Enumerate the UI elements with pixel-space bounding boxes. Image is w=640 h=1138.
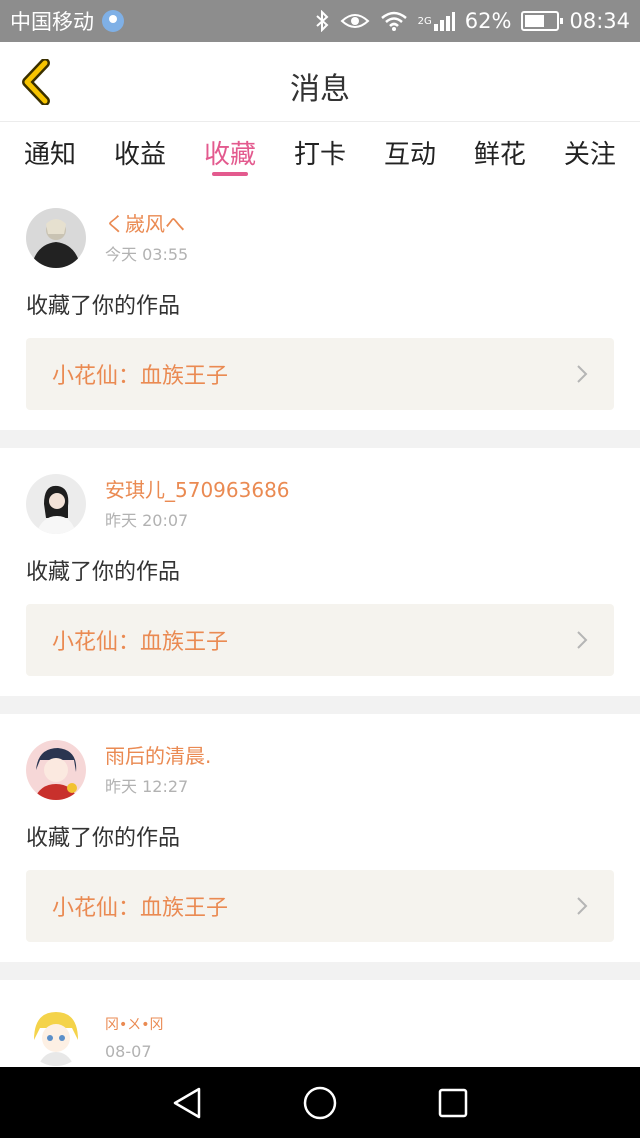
chevron-right-icon bbox=[577, 365, 588, 383]
timestamp: 08-07 bbox=[105, 1041, 152, 1061]
work-title: 小花仙：血族王子 bbox=[52, 630, 229, 655]
bluetooth-icon bbox=[314, 10, 330, 32]
carrier-label: 中国移动 bbox=[10, 10, 94, 34]
tab-checkin[interactable]: 打卡 bbox=[294, 122, 346, 182]
header: 消息 bbox=[0, 42, 640, 122]
battery-level bbox=[525, 15, 545, 27]
triangle-back-icon bbox=[173, 1087, 200, 1118]
work-title: 小花仙：血族王子 bbox=[52, 896, 229, 921]
eye-icon bbox=[340, 11, 370, 31]
message-card: 雨后的清晨. 昨天 12:27 收藏了你的作品 小花仙：血族王子 bbox=[0, 714, 640, 962]
tab-earnings[interactable]: 收益 bbox=[114, 122, 166, 182]
status-bar: 中国移动 2G 62% 08:34 bbox=[0, 0, 640, 42]
location-icon bbox=[102, 10, 124, 32]
avatar[interactable] bbox=[26, 740, 86, 800]
work-link[interactable]: 小花仙：血族王子 bbox=[26, 870, 614, 942]
timestamp: 昨天 20:07 bbox=[105, 511, 189, 530]
username[interactable]: 雨后的清晨. bbox=[105, 743, 211, 769]
work-title: 小花仙：血族王子 bbox=[52, 364, 229, 389]
wifi-icon bbox=[380, 10, 408, 32]
circle-home-icon bbox=[303, 1086, 337, 1119]
username[interactable]: 冈•ㄨ•冈 bbox=[105, 1012, 164, 1038]
avatar[interactable] bbox=[26, 208, 86, 268]
chevron-right-icon bbox=[577, 897, 588, 915]
message-card: く嵗风へ 今天 03:55 收藏了你的作品 小花仙：血族王子 bbox=[0, 182, 640, 430]
home-nav-button[interactable] bbox=[300, 1083, 340, 1123]
avatar[interactable] bbox=[26, 474, 86, 534]
battery-icon bbox=[521, 11, 564, 31]
tab-interactions[interactable]: 互动 bbox=[384, 122, 436, 182]
timestamp: 昨天 12:27 bbox=[105, 777, 189, 796]
network-type-label: 2G bbox=[417, 15, 432, 27]
work-link[interactable]: 小花仙：血族王子 bbox=[26, 338, 614, 410]
action-text: 收藏了你的作品 bbox=[26, 294, 181, 319]
tab-notifications[interactable]: 通知 bbox=[24, 122, 76, 182]
message-card: 安琪儿_570963686 昨天 20:07 收藏了你的作品 小花仙：血族王子 bbox=[0, 448, 640, 696]
back-nav-button[interactable] bbox=[167, 1083, 207, 1123]
action-text: 收藏了你的作品 bbox=[26, 826, 181, 851]
clock: 08:34 bbox=[569, 9, 630, 33]
system-nav-bar bbox=[0, 1067, 640, 1138]
recents-nav-button[interactable] bbox=[433, 1083, 473, 1123]
battery-percent: 62% bbox=[464, 9, 512, 33]
message-card: 冈•ㄨ•冈 08-07 bbox=[0, 980, 640, 1067]
action-text: 收藏了你的作品 bbox=[26, 560, 181, 585]
tab-following[interactable]: 关注 bbox=[564, 122, 616, 182]
chevron-right-icon bbox=[577, 631, 588, 649]
tab-bar: 通知 收益 收藏 打卡 互动 鲜花 关注 bbox=[0, 122, 640, 182]
username[interactable]: 安琪儿_570963686 bbox=[105, 477, 290, 503]
username[interactable]: く嵗风へ bbox=[105, 211, 188, 237]
square-recents-icon bbox=[439, 1088, 468, 1117]
page-title: 消息 bbox=[290, 72, 350, 107]
message-feed[interactable]: く嵗风へ 今天 03:55 收藏了你的作品 小花仙：血族王子 安琪儿_57096… bbox=[0, 182, 640, 1067]
tab-favorites[interactable]: 收藏 bbox=[204, 122, 256, 182]
avatar[interactable] bbox=[26, 1006, 86, 1066]
timestamp: 今天 03:55 bbox=[105, 245, 189, 264]
work-link[interactable]: 小花仙：血族王子 bbox=[26, 604, 614, 676]
tab-flowers[interactable]: 鲜花 bbox=[474, 122, 526, 182]
signal-icon: 2G bbox=[418, 10, 455, 32]
